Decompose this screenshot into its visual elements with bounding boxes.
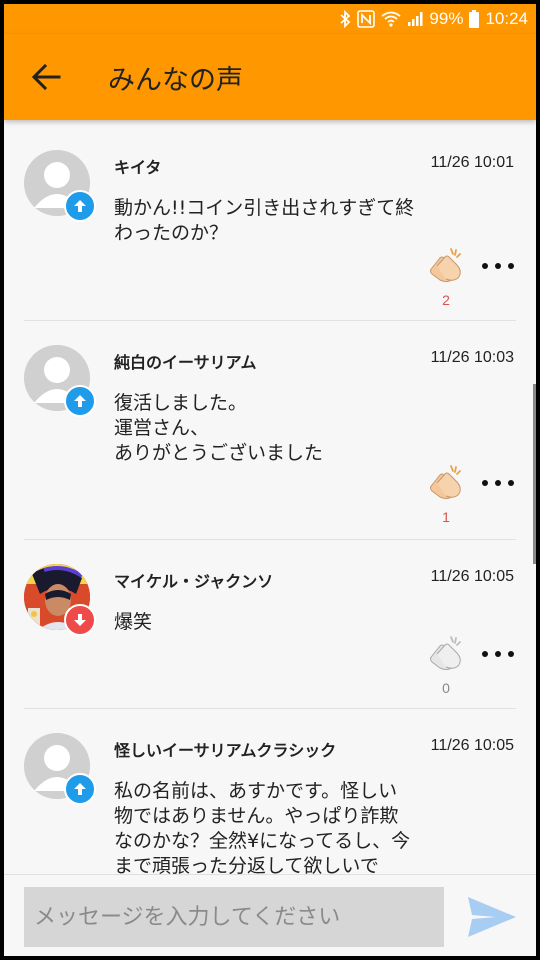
clap-count: 1 (442, 509, 450, 525)
arrow-down-icon (74, 614, 86, 626)
clap-icon[interactable] (426, 246, 466, 286)
scroll-edge-handle[interactable] (533, 384, 536, 564)
more-options-button[interactable] (482, 254, 514, 278)
arrow-up-icon (74, 783, 86, 795)
status-bar: 99% 10:24 (4, 4, 536, 34)
vote-up-badge (64, 385, 96, 417)
list-item: 純白のイーサリアム 11/26 10:03 復活しました。 運営さん、 ありがと… (4, 321, 536, 540)
post-message: 私の名前は、あすかです。怪しい 物ではありません。やっぱり詐欺 なのかな？全然¥… (114, 780, 411, 874)
more-options-button[interactable] (482, 642, 514, 666)
list-item: 怪しいイーサリアムクラシック 11/26 10:05 私の名前は、あすかです。怪… (4, 709, 536, 874)
clap-icon[interactable] (426, 634, 466, 674)
post-time: 11/26 10:05 (430, 568, 514, 585)
clap-count: 2 (442, 292, 450, 308)
vote-down-badge (64, 604, 96, 636)
post-message: 復活しました。 運営さん、 ありがとうございました (114, 392, 324, 464)
send-button[interactable] (466, 895, 518, 939)
list-item: マイケル・ジャクンソ 11/26 10:05 爆笑 0 (4, 540, 536, 709)
post-message: 動かん!!コイン引き出されすぎて終 わったのか？ (114, 197, 415, 244)
post-author: 怪しいイーサリアムクラシック (114, 741, 337, 760)
wifi-icon (381, 11, 401, 27)
post-message: 爆笑 (114, 611, 153, 633)
post-time: 11/26 10:05 (430, 737, 514, 754)
more-options-button[interactable] (482, 471, 514, 495)
post-author: キイタ (114, 158, 162, 177)
post-time: 11/26 10:03 (430, 349, 514, 366)
back-arrow-icon (31, 64, 61, 90)
message-composer (4, 874, 536, 956)
vote-up-badge (64, 190, 96, 222)
arrow-up-icon (74, 200, 86, 212)
clap-icon[interactable] (426, 463, 466, 503)
post-author: マイケル・ジャクンソ (114, 572, 274, 591)
vote-up-badge (64, 773, 96, 805)
battery-percent: 99% (429, 9, 464, 28)
arrow-up-icon (74, 395, 86, 407)
list-item: キイタ 11/26 10:01 動かん!!コイン引き出されすぎて終 わったのか？… (4, 120, 536, 321)
page-title: みんなの声 (108, 64, 243, 96)
signal-icon (407, 11, 423, 27)
message-input[interactable] (24, 887, 444, 947)
battery-icon (469, 10, 480, 28)
app-frame: 99% 10:24 みんなの声 キイタ 11/26 10:01 動かん!!コイン… (4, 4, 536, 956)
post-author: 純白のイーサリアム (114, 353, 257, 372)
app-bar: みんなの声 (4, 34, 536, 120)
post-time: 11/26 10:01 (430, 154, 514, 171)
bluetooth-icon (339, 10, 351, 28)
comment-list[interactable]: キイタ 11/26 10:01 動かん!!コイン引き出されすぎて終 わったのか？… (4, 120, 536, 874)
status-time: 10:24 (485, 9, 528, 28)
nfc-icon (357, 10, 376, 28)
back-button[interactable] (14, 45, 78, 109)
clap-count: 0 (442, 680, 450, 696)
